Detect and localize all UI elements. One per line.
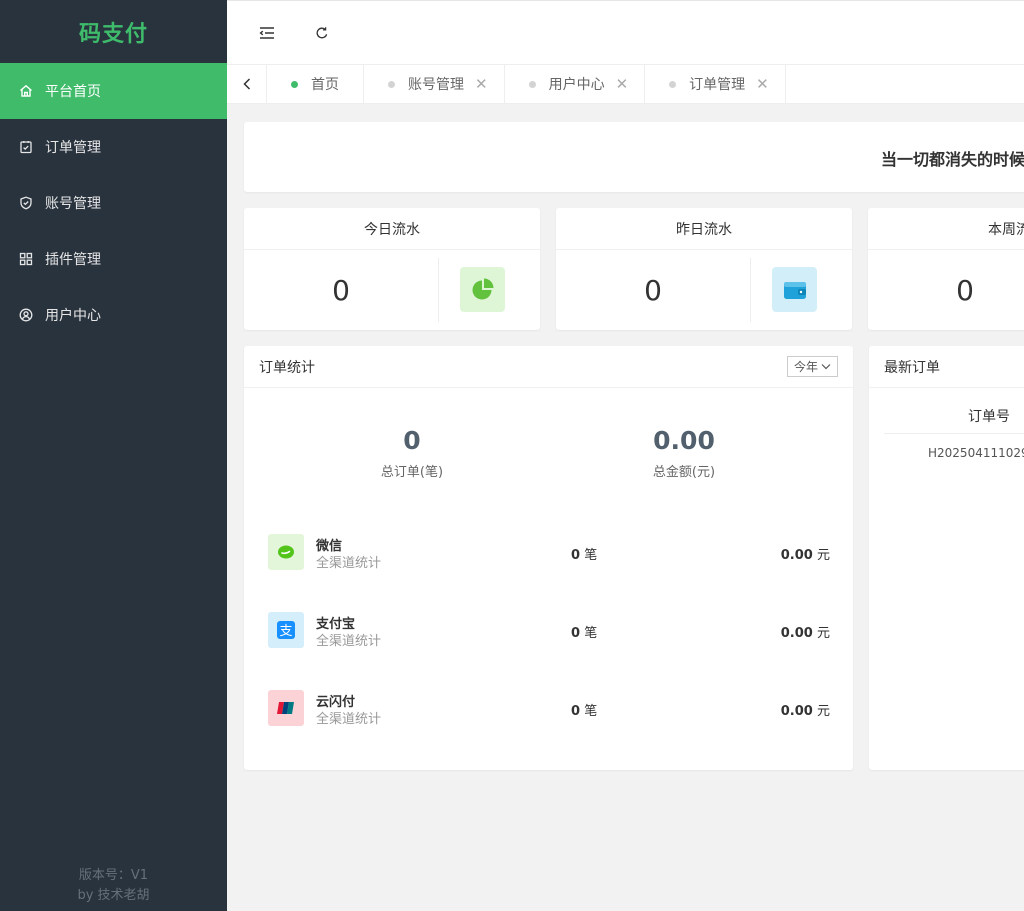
wechat-icon <box>268 534 304 570</box>
count-unit: 笔 <box>584 626 598 641</box>
grid-icon <box>19 252 33 266</box>
channel-amount: 0.00 <box>780 548 813 563</box>
summary-label: 总订单(笔) <box>380 465 444 480</box>
channel-count: 0 <box>571 626 581 641</box>
shield-icon <box>19 196 33 210</box>
channel-row: 云闪付 全渠道统计 0 笔 0.00 元 <box>268 688 838 728</box>
version-info: 版本号：V1 by 技术老胡 <box>0 866 227 906</box>
tab-dot <box>291 80 298 88</box>
channel-row: 支 支付宝 全渠道统计 0 笔 0.00 元 <box>268 610 838 650</box>
latest-orders-card: 最新订单 订单号 H2025041110297 <box>869 346 1024 770</box>
table-divider <box>884 433 1024 434</box>
summary-total-orders: 0 总订单(笔) <box>312 426 512 480</box>
stat-value: 0 <box>644 273 662 307</box>
svg-text:支: 支 <box>279 624 292 639</box>
column-header-order-no: 订单号 <box>968 409 1010 425</box>
amount-unit: 元 <box>816 704 830 719</box>
pie-chart-icon <box>460 267 505 312</box>
table-row[interactable]: H2025041110297 <box>884 446 1024 460</box>
version-author: by 技术老胡 <box>77 888 150 903</box>
summary-label: 总金额(元) <box>652 465 716 480</box>
topbar <box>227 0 1024 64</box>
stat-card-yesterday: 昨日流水 0 <box>556 208 852 330</box>
stat-title: 今日流水 <box>244 208 540 250</box>
tab-orders[interactable]: 订单管理 ✕ <box>645 65 786 103</box>
tab-label: 用户中心 <box>548 77 605 93</box>
card-title: 最新订单 <box>884 359 940 376</box>
tab-bar: 首页 账号管理 ✕ 用户中心 ✕ 订单管理 ✕ <box>227 64 1024 104</box>
tab-label: 订单管理 <box>689 77 746 93</box>
divider <box>750 258 751 322</box>
menu-fold-icon[interactable] <box>257 23 277 43</box>
refresh-icon[interactable] <box>312 23 332 43</box>
sidebar-item-label: 插件管理 <box>45 252 101 268</box>
amount-unit: 元 <box>816 626 830 641</box>
tab-dot <box>528 80 536 88</box>
channel-sub: 全渠道统计 <box>316 634 382 649</box>
app-logo: 码支付 <box>78 21 148 47</box>
amount-unit: 元 <box>816 548 830 563</box>
order-stats-card: 订单统计 今年 0 总订单(笔) 0.00 总金额(元) 微信 全渠道统计 0 … <box>244 346 853 770</box>
count-unit: 笔 <box>584 548 598 563</box>
unionpay-icon <box>268 690 304 726</box>
sidebar-item-orders[interactable]: 订单管理 <box>0 119 227 175</box>
channel-count: 0 <box>571 704 581 719</box>
tab-label: 账号管理 <box>408 77 464 93</box>
tab-home[interactable]: 首页 <box>267 65 364 103</box>
close-icon[interactable]: ✕ <box>756 75 769 93</box>
notice-banner: 当一切都消失的时候 <box>244 122 1024 192</box>
sidebar-item-label: 订单管理 <box>45 140 101 156</box>
tab-dot <box>388 80 395 88</box>
sidebar-item-plugins[interactable]: 插件管理 <box>0 231 227 287</box>
summary-value: 0.00 <box>653 426 715 455</box>
dashboard-content: 当一切都消失的时候 今日流水 0 昨日流水 0 本周流 0 订单统计 今年 0 … <box>244 122 1024 770</box>
period-label: 今年 <box>793 360 818 374</box>
tab-user-center[interactable]: 用户中心 ✕ <box>505 65 646 103</box>
tab-scroll-left-icon[interactable] <box>227 65 267 103</box>
order-icon <box>19 140 33 154</box>
channel-row: 微信 全渠道统计 0 笔 0.00 元 <box>268 532 838 572</box>
tab-dot <box>669 80 677 88</box>
sidebar-item-label: 平台首页 <box>45 84 101 100</box>
close-icon[interactable]: ✕ <box>616 75 629 93</box>
sidebar-item-label: 用户中心 <box>45 308 101 324</box>
stat-value: 0 <box>956 273 974 307</box>
summary-value: 0 <box>403 426 421 455</box>
main-area: 首页 账号管理 ✕ 用户中心 ✕ 订单管理 ✕ 当一切都消失的时候 今日流水 0 <box>227 0 1024 911</box>
stat-title: 昨日流水 <box>556 208 852 250</box>
summary-total-amount: 0.00 总金额(元) <box>584 426 784 480</box>
alipay-icon: 支 <box>268 612 304 648</box>
chevron-down-icon <box>821 364 831 370</box>
stat-value: 0 <box>332 273 350 307</box>
close-icon[interactable]: ✕ <box>475 75 488 93</box>
channel-amount: 0.00 <box>780 626 813 641</box>
stat-title: 本周流 <box>868 208 1024 250</box>
card-title: 订单统计 <box>259 359 315 376</box>
channel-count: 0 <box>571 548 581 563</box>
period-select[interactable]: 今年 <box>786 356 838 377</box>
stat-card-today: 今日流水 0 <box>244 208 540 330</box>
stats-row: 今日流水 0 昨日流水 0 本周流 0 <box>244 208 1024 330</box>
tab-label: 首页 <box>311 77 339 93</box>
count-unit: 笔 <box>584 704 598 719</box>
sidebar: 码支付 平台首页 订单管理 账号管理 插件管理 用户中心 版本号：V1 by 技… <box>0 0 227 911</box>
notice-text: 当一切都消失的时候 <box>881 150 1024 169</box>
channel-sub: 全渠道统计 <box>316 712 382 727</box>
home-icon <box>19 84 33 98</box>
channel-amount: 0.00 <box>780 704 813 719</box>
sidebar-item-home[interactable]: 平台首页 <box>0 63 227 119</box>
user-icon <box>19 308 33 322</box>
wallet-icon <box>772 267 817 312</box>
sidebar-item-user-center[interactable]: 用户中心 <box>0 287 227 343</box>
tab-accounts[interactable]: 账号管理 ✕ <box>364 65 505 103</box>
channel-sub: 全渠道统计 <box>316 556 382 571</box>
sidebar-item-accounts[interactable]: 账号管理 <box>0 175 227 231</box>
sidebar-item-label: 账号管理 <box>45 196 101 212</box>
stat-card-week: 本周流 0 <box>868 208 1024 330</box>
divider <box>438 258 439 322</box>
version-number: 版本号：V1 <box>78 868 149 883</box>
